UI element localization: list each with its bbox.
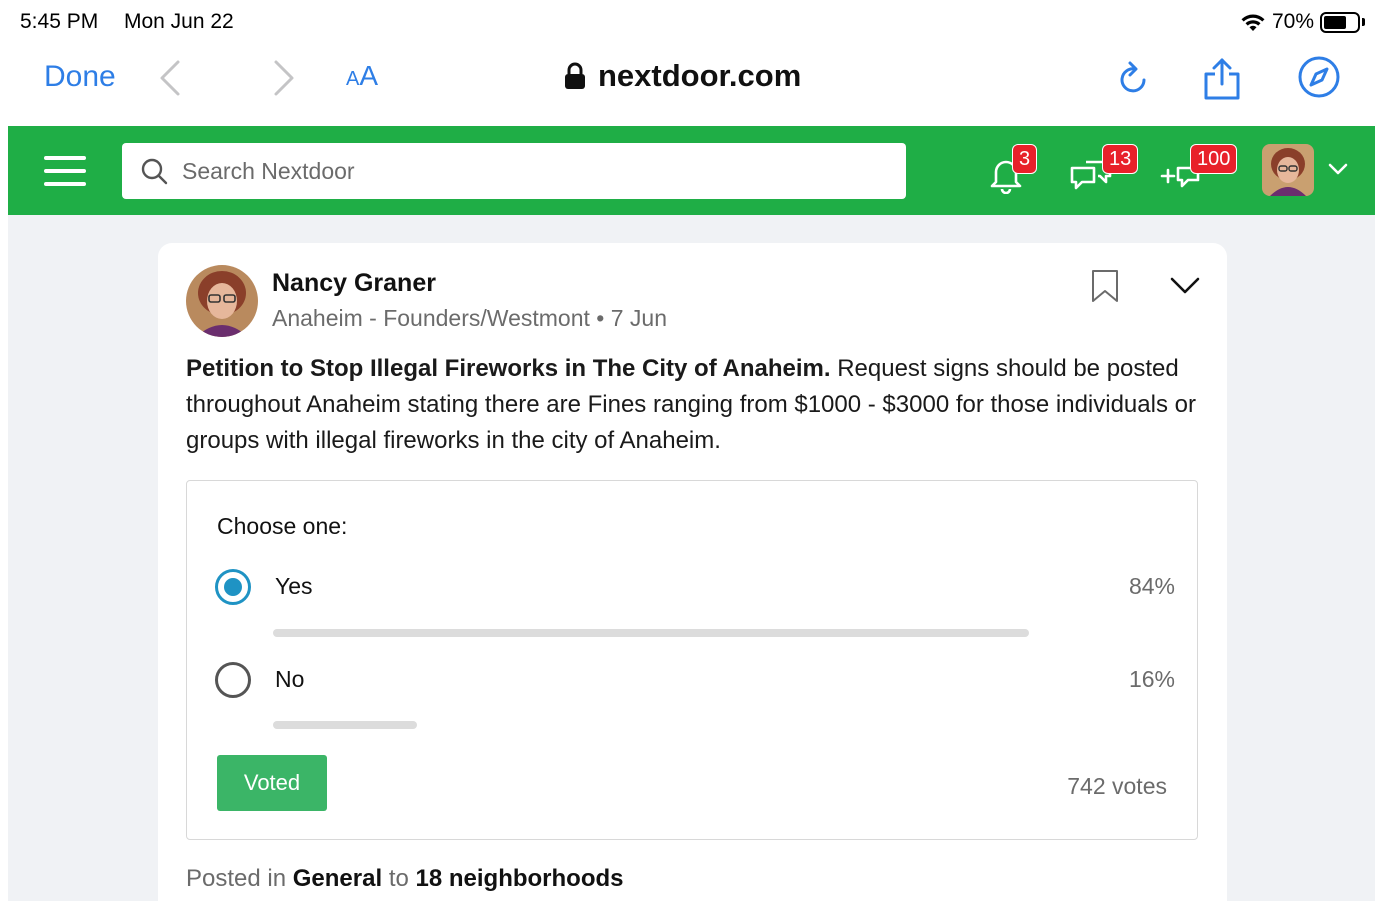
author-name[interactable]: Nancy Graner bbox=[272, 269, 436, 298]
account-chevron-down-icon[interactable] bbox=[1326, 160, 1350, 178]
hamburger-menu-icon[interactable] bbox=[44, 154, 86, 188]
search-input[interactable] bbox=[182, 157, 882, 185]
invite-neighbors-button[interactable]: 100 bbox=[1160, 144, 1244, 198]
text-size-button[interactable]: AA bbox=[346, 60, 378, 92]
poll: Choose one: Yes 84% No 16% Voted 742 vot… bbox=[186, 480, 1198, 840]
poll-option-label: Yes bbox=[275, 573, 313, 599]
vote-count: 742 votes bbox=[1067, 773, 1167, 799]
messages-button[interactable]: 13 bbox=[1068, 144, 1142, 198]
back-chevron-icon[interactable] bbox=[156, 58, 186, 98]
post-options-chevron-icon[interactable] bbox=[1168, 273, 1202, 297]
meta-separator: • bbox=[596, 305, 605, 331]
notifications-button[interactable]: 3 bbox=[982, 144, 1044, 198]
post-audience[interactable]: 18 neighborhoods bbox=[416, 865, 624, 892]
compass-icon[interactable] bbox=[1296, 54, 1342, 100]
poll-bar-track-no bbox=[273, 721, 1173, 729]
poll-option-no[interactable]: No 16% bbox=[215, 660, 1175, 700]
address-bar[interactable]: nextdoor.com bbox=[564, 58, 801, 94]
messages-badge: 13 bbox=[1102, 144, 1139, 174]
bookmark-icon[interactable] bbox=[1090, 269, 1120, 303]
poll-option-label: No bbox=[275, 666, 305, 692]
voted-button[interactable]: Voted bbox=[217, 755, 327, 811]
status-bar: 5:45 PM Mon Jun 22 70% bbox=[0, 0, 1377, 44]
author-avatar[interactable] bbox=[186, 265, 258, 337]
post-date: 7 Jun bbox=[610, 305, 667, 331]
profile-avatar[interactable] bbox=[1262, 144, 1314, 196]
invites-badge: 100 bbox=[1190, 144, 1238, 174]
posted-in-line: Posted in General to 18 neighborhoods bbox=[186, 865, 624, 893]
author-photo bbox=[186, 265, 258, 337]
text-size-small: A bbox=[346, 68, 360, 90]
posted-to-word: to bbox=[388, 865, 409, 892]
share-icon[interactable] bbox=[1200, 50, 1244, 102]
poll-option-percent: 16% bbox=[1128, 666, 1175, 692]
poll-radio-no[interactable] bbox=[215, 662, 251, 698]
post-body: Petition to Stop Illegal Fireworks in Th… bbox=[186, 351, 1196, 459]
poll-option-percent: 84% bbox=[1128, 573, 1175, 599]
reload-icon[interactable] bbox=[1116, 58, 1152, 98]
search-box[interactable] bbox=[122, 143, 906, 199]
poll-bar-yes bbox=[273, 629, 1029, 637]
avatar-photo bbox=[1262, 144, 1314, 196]
battery-level bbox=[1324, 16, 1346, 29]
poll-radio-yes[interactable] bbox=[215, 569, 251, 605]
wifi-icon bbox=[1241, 14, 1265, 31]
status-date: Mon Jun 22 bbox=[124, 10, 234, 33]
browser-toolbar: Done AA nextdoor.com bbox=[0, 44, 1377, 126]
battery-icon bbox=[1320, 12, 1360, 33]
post-card: Nancy Graner Anaheim - Founders/Westmont… bbox=[158, 243, 1227, 901]
post-category[interactable]: General bbox=[293, 865, 382, 892]
done-button[interactable]: Done bbox=[44, 60, 116, 94]
lock-icon bbox=[565, 62, 585, 89]
forward-chevron-icon[interactable] bbox=[268, 58, 298, 98]
search-icon bbox=[141, 158, 168, 185]
poll-bar-no bbox=[273, 721, 417, 729]
status-time: 5:45 PM bbox=[20, 10, 99, 33]
posted-in-prefix: Posted in bbox=[186, 865, 287, 892]
text-size-large: A bbox=[359, 60, 379, 91]
url-text: nextdoor.com bbox=[598, 58, 802, 93]
site-header: 3 13 100 bbox=[8, 126, 1375, 215]
post-title: Petition to Stop Illegal Fireworks in Th… bbox=[186, 355, 831, 382]
battery-percent: 70% bbox=[1272, 10, 1315, 33]
battery-tip bbox=[1362, 18, 1365, 26]
author-neighborhood[interactable]: Anaheim - Founders/Westmont bbox=[272, 305, 590, 331]
poll-option-yes[interactable]: Yes 84% bbox=[215, 567, 1175, 607]
poll-prompt: Choose one: bbox=[217, 513, 348, 539]
author-meta: Anaheim - Founders/Westmont • 7 Jun bbox=[272, 305, 667, 332]
notifications-badge: 3 bbox=[1012, 144, 1038, 174]
poll-bar-track-yes bbox=[273, 629, 1173, 637]
